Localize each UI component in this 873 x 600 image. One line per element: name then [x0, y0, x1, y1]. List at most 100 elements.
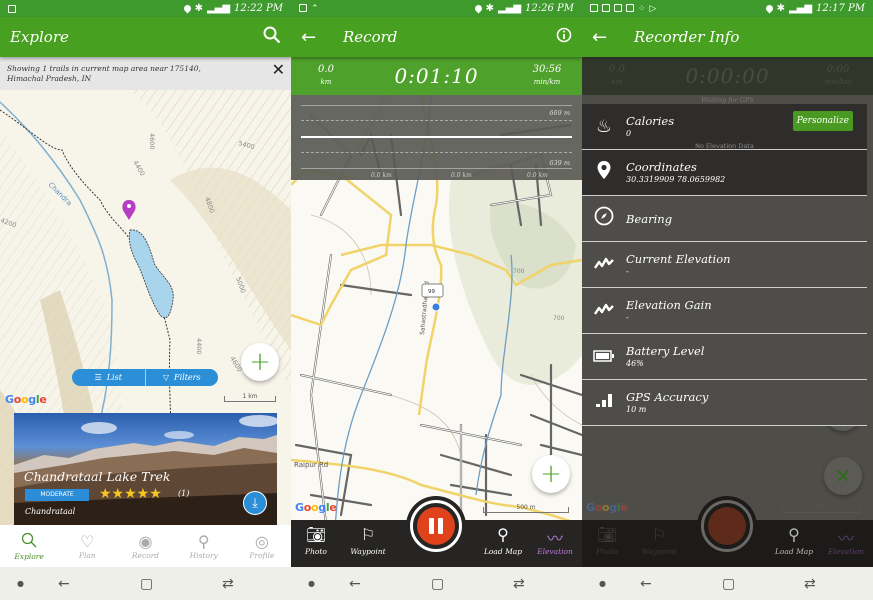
- page-title: Record: [343, 28, 398, 46]
- compass-icon: [582, 206, 626, 231]
- route-shield-label: 99: [428, 289, 435, 295]
- nav-record[interactable]: ◉ Record: [116, 525, 174, 567]
- app-notification-icon: ⌃: [311, 3, 319, 14]
- flag-icon: ⚐: [360, 525, 376, 544]
- search-icon[interactable]: [263, 26, 281, 48]
- nav-explore[interactable]: Explore: [0, 525, 58, 567]
- back-icon[interactable]: ←: [640, 576, 652, 592]
- difficulty-badge: MODERATE: [25, 489, 89, 501]
- recents-dot-icon[interactable]: ●: [599, 579, 606, 588]
- home-icon[interactable]: ▢: [140, 576, 153, 592]
- contour-label: 700: [513, 268, 525, 275]
- bluetooth-icon: ✱: [485, 3, 494, 14]
- review-count: (1): [178, 489, 190, 498]
- recents-dot-icon[interactable]: ●: [308, 579, 315, 588]
- elevation-button[interactable]: 〰 Elevation: [816, 525, 873, 556]
- close-icon[interactable]: ✕: [272, 62, 285, 78]
- back-icon[interactable]: ←: [58, 576, 70, 592]
- trail-location: Chandrataal: [25, 507, 76, 516]
- notification-icon: [626, 3, 634, 12]
- distance-value: 0.0: [318, 64, 334, 75]
- grid-line: [301, 120, 572, 121]
- pace-value: 30:56: [532, 64, 562, 75]
- bottom-nav: Explore ♡ Plan ◉ Record ⚲ History ◎ Prof…: [0, 525, 291, 567]
- recent-apps-icon[interactable]: ⇄: [804, 576, 816, 592]
- recent-apps-icon[interactable]: ⇄: [513, 576, 525, 592]
- add-fab-button[interactable]: +: [241, 343, 279, 381]
- info-icon[interactable]: [556, 27, 572, 47]
- x-axis-label: 0.0 km: [451, 172, 472, 179]
- load-map-button[interactable]: ⚲ Load Map: [473, 525, 533, 556]
- waypoint-button[interactable]: ⚐ Waypoint: [338, 525, 398, 556]
- filters-label: Filters: [174, 373, 201, 382]
- nav-plan[interactable]: ♡ Plan: [58, 525, 116, 567]
- nav-label: Profile: [249, 550, 275, 560]
- record-icon: ◉: [138, 531, 153, 551]
- row-label: Current Elevation: [626, 251, 731, 266]
- home-icon[interactable]: ▢: [431, 576, 444, 592]
- toolbar-label: Elevation: [828, 547, 864, 556]
- pace-unit: min/km: [533, 78, 561, 86]
- row-value: 0: [626, 128, 632, 138]
- search-icon: [21, 532, 37, 552]
- close-fab-button[interactable]: ✕: [824, 457, 862, 495]
- google-logo: Google: [586, 501, 628, 514]
- system-nav-bar: ● ← ▢ ⇄: [582, 567, 873, 600]
- info-row-coordinates: Coordinates 30.3319909 78.0659982: [582, 150, 867, 196]
- location-status-icon: [764, 3, 775, 14]
- location-status-icon: [473, 3, 484, 14]
- toolbar-label: Load Map: [483, 547, 523, 556]
- download-button[interactable]: ⤓: [243, 491, 267, 515]
- battery-icon: [582, 346, 626, 367]
- row-label: Calories: [626, 113, 675, 128]
- row-label: Elevation Gain: [626, 297, 712, 312]
- trail-card[interactable]: Chandrataal Lake Trek MODERATE ★★★★★ (1)…: [14, 413, 277, 525]
- waypoint-button[interactable]: ⚐ Waypoint: [629, 525, 689, 556]
- history-pin-icon: ⚲: [197, 531, 210, 551]
- list-label: List: [106, 373, 122, 382]
- load-map-button[interactable]: ⚲ Load Map: [764, 525, 824, 556]
- row-value: 46%: [626, 358, 644, 368]
- map-pin-icon: ⚲: [788, 525, 800, 544]
- list-button[interactable]: ☰ List: [72, 369, 146, 386]
- add-fab-button[interactable]: +: [532, 455, 570, 493]
- list-icon: ☰: [94, 373, 102, 382]
- row-value: 10 m: [626, 404, 647, 414]
- toolbar-label: Photo: [305, 547, 327, 556]
- nav-profile[interactable]: ◎ Profile: [233, 525, 291, 567]
- explore-screen: ✱ ▂▄▆ 12:22 PM Explore Showing 1 trails …: [0, 0, 291, 600]
- elevation-button[interactable]: 〰 Elevation: [525, 525, 582, 556]
- play-notification-icon: ▷: [649, 3, 657, 14]
- no-elevation-data: No Elevation Data: [695, 142, 754, 150]
- pause-recording-button[interactable]: [406, 496, 466, 556]
- status-time: 12:26 PM: [525, 3, 574, 14]
- app-notification-icon: [602, 3, 610, 12]
- elevation-min-label: 639 m: [549, 159, 570, 167]
- recents-dot-icon[interactable]: ●: [17, 579, 24, 588]
- record-screen: ⌃ ✱ ▂▄▆ 12:26 PM ← Record 0.0 km 0:01:10 …: [291, 0, 582, 600]
- row-label: Coordinates: [626, 159, 697, 174]
- back-arrow-icon[interactable]: ←: [592, 27, 622, 48]
- signal-bars-icon: [582, 392, 626, 413]
- bluetooth-icon: ✱: [776, 3, 785, 14]
- recent-apps-icon[interactable]: ⇄: [222, 576, 234, 592]
- filters-button[interactable]: ▽ Filters: [146, 369, 219, 386]
- distance-unit: km: [320, 78, 332, 86]
- back-arrow-icon[interactable]: ←: [301, 27, 331, 48]
- elevation-profile-chart[interactable]: 669 m 639 m 0.0 km 0.0 km 0.0 km: [291, 95, 582, 180]
- info-row-battery-level: Battery Level 46%: [582, 334, 867, 380]
- personalize-button[interactable]: Personalize: [792, 111, 853, 131]
- flame-icon: ♨: [595, 116, 613, 137]
- home-icon[interactable]: ▢: [722, 576, 735, 592]
- nav-history[interactable]: ⚲ History: [175, 525, 233, 567]
- map-pin-icon: ⚲: [497, 525, 509, 544]
- info-row-elevation-gain: Elevation Gain -: [582, 288, 867, 334]
- row-value: -: [626, 312, 629, 322]
- system-nav-bar: ● ← ▢ ⇄: [291, 567, 582, 600]
- back-icon[interactable]: ←: [349, 576, 361, 592]
- grid-line: [301, 168, 572, 169]
- system-nav-bar: ● ← ▢ ⇄: [0, 567, 291, 600]
- record-button[interactable]: [697, 496, 757, 556]
- list-filters-toggle: ☰ List ▽ Filters: [72, 369, 218, 386]
- contour-label: 4600: [148, 133, 156, 150]
